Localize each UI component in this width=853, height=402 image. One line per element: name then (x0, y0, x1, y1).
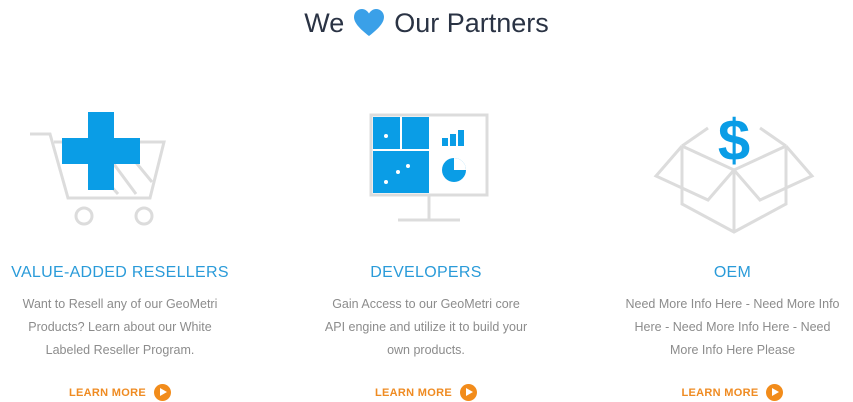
svg-text:$: $ (718, 108, 750, 173)
description-line: Need More Info Here - Need More Info (625, 297, 840, 311)
learn-more-label: LEARN MORE (69, 386, 146, 399)
learn-more-link[interactable]: LEARN MORE (612, 384, 853, 401)
description-line: API engine and utilize it to build your (324, 320, 528, 334)
description-line: Here - Need More Info Here - Need (634, 320, 831, 334)
shopping-cart-plus-icon (30, 112, 166, 226)
description-line: Want to Resell any of our GeoMetri (22, 297, 218, 311)
description-line: More Info Here Please (669, 343, 796, 357)
partner-card-oem: $ OEM Need More Info Here - Need More In… (612, 0, 853, 402)
partner-description: Gain Access to our GeoMetri core API eng… (306, 293, 546, 362)
learn-more-link[interactable]: LEARN MORE (306, 384, 546, 401)
learn-more-label: LEARN MORE (375, 386, 452, 399)
dollar-box-icon: $ (653, 108, 815, 234)
learn-more-label: LEARN MORE (681, 386, 759, 399)
learn-more-link[interactable]: LEARN MORE (0, 384, 240, 401)
partner-description: Need More Info Here - Need More Info Her… (612, 293, 853, 362)
play-circle-icon (766, 384, 784, 401)
description-line: own products. (387, 343, 465, 357)
partner-description: Want to Resell any of our GeoMetri Produ… (0, 293, 240, 362)
description-line: Labeled Reseller Program. (45, 343, 195, 357)
description-line: Gain Access to our GeoMetri core (332, 297, 520, 311)
partner-title: DEVELOPERS (370, 264, 482, 281)
play-circle-icon (459, 384, 477, 401)
description-line: Products? Learn about our White (28, 320, 212, 334)
partner-title: VALUE-ADDED RESELLERS (11, 264, 229, 281)
dashboard-monitor-icon (369, 113, 489, 222)
partner-card-resellers: VALUE-ADDED RESELLERS Want to Resell any… (0, 0, 240, 402)
play-circle-icon (153, 384, 171, 401)
partner-title: OEM (713, 264, 752, 281)
partner-card-developers: DEVELOPERS Gain Access to our GeoMetri c… (306, 0, 546, 402)
